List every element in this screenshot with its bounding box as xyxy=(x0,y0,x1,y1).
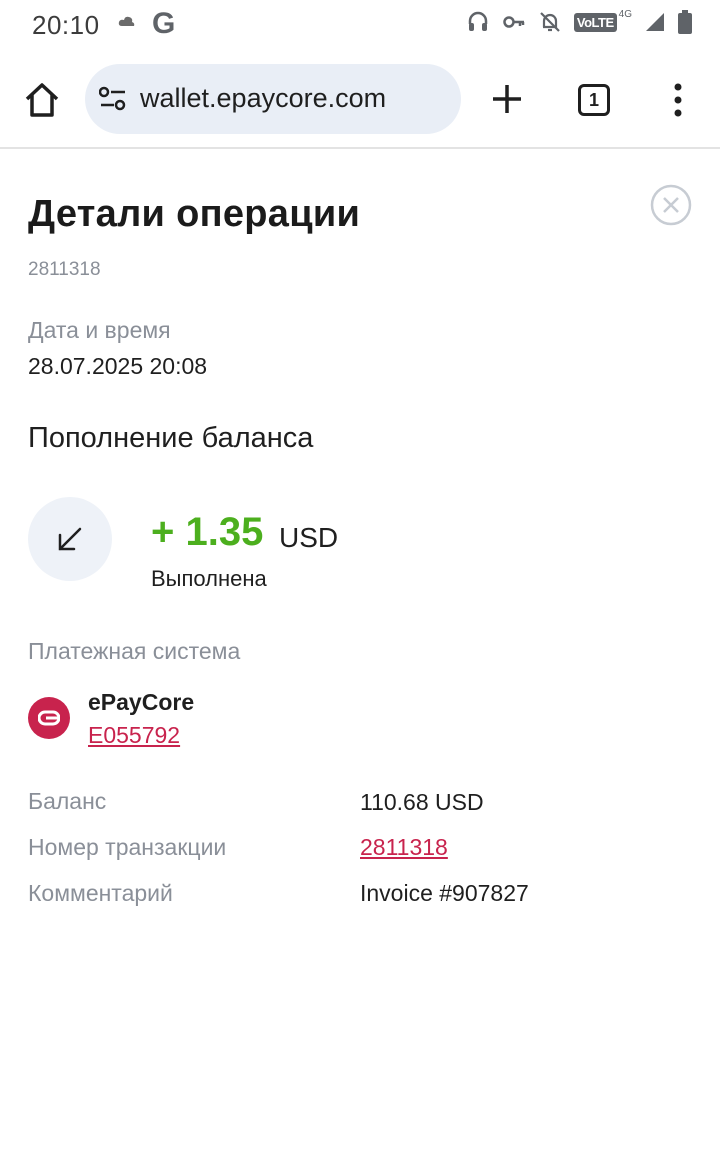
operation-status: Выполнена xyxy=(151,566,267,591)
comment-label: Комментарий xyxy=(28,880,173,906)
headset-icon xyxy=(466,10,490,34)
incoming-indicator xyxy=(28,497,112,581)
home-icon xyxy=(25,83,59,117)
arrow-down-left-icon xyxy=(58,527,82,551)
payment-system-name: ePayCore xyxy=(88,689,195,715)
site-settings-icon[interactable] xyxy=(98,86,127,117)
comment-value: Invoice #907827 xyxy=(360,880,529,906)
battery-icon xyxy=(678,10,692,34)
address-bar[interactable]: wallet.epaycore.com xyxy=(85,64,461,134)
payment-system-account-link[interactable]: E055792 xyxy=(88,722,180,749)
epaycore-logo-icon xyxy=(28,697,70,739)
operation-type: Пополнение баланса xyxy=(28,422,314,454)
home-button[interactable] xyxy=(22,80,62,120)
status-bar: 20:10 G VoLTE 4G xyxy=(0,0,720,50)
transaction-number-link[interactable]: 2811318 xyxy=(360,834,448,861)
transaction-number-label: Номер транзакции xyxy=(28,834,227,860)
tab-switcher-button[interactable]: 1 xyxy=(578,84,610,116)
close-button[interactable] xyxy=(650,184,692,226)
bell-off-icon xyxy=(538,10,562,34)
balance-value: 110.68 USD xyxy=(360,789,484,815)
operation-id: 2811318 xyxy=(28,259,101,280)
balance-label: Баланс xyxy=(28,788,107,814)
url-text: wallet.epaycore.com xyxy=(140,83,387,113)
signal-icon xyxy=(644,11,666,33)
close-icon xyxy=(650,184,692,226)
datetime-value: 28.07.2025 20:08 xyxy=(28,353,208,379)
page-title: Детали операции xyxy=(28,193,361,235)
status-time: 20:10 xyxy=(32,10,100,40)
more-vert-icon xyxy=(674,83,682,117)
amount: + 1.35 xyxy=(151,510,264,554)
cloud-icon xyxy=(118,14,136,33)
status-icons: VoLTE 4G xyxy=(466,8,692,34)
datetime-label: Дата и время xyxy=(28,317,171,343)
key-icon xyxy=(502,10,526,34)
network-type: 4G xyxy=(618,8,632,20)
volte-badge: VoLTE xyxy=(573,12,617,32)
google-g-icon: G xyxy=(152,7,176,40)
payment-system-label: Платежная система xyxy=(28,638,241,664)
more-menu-button[interactable] xyxy=(668,82,688,118)
plus-icon xyxy=(493,85,521,113)
new-tab-button[interactable] xyxy=(490,82,524,116)
currency: USD xyxy=(279,522,339,553)
browser-toolbar: wallet.epaycore.com 1 xyxy=(0,50,720,149)
